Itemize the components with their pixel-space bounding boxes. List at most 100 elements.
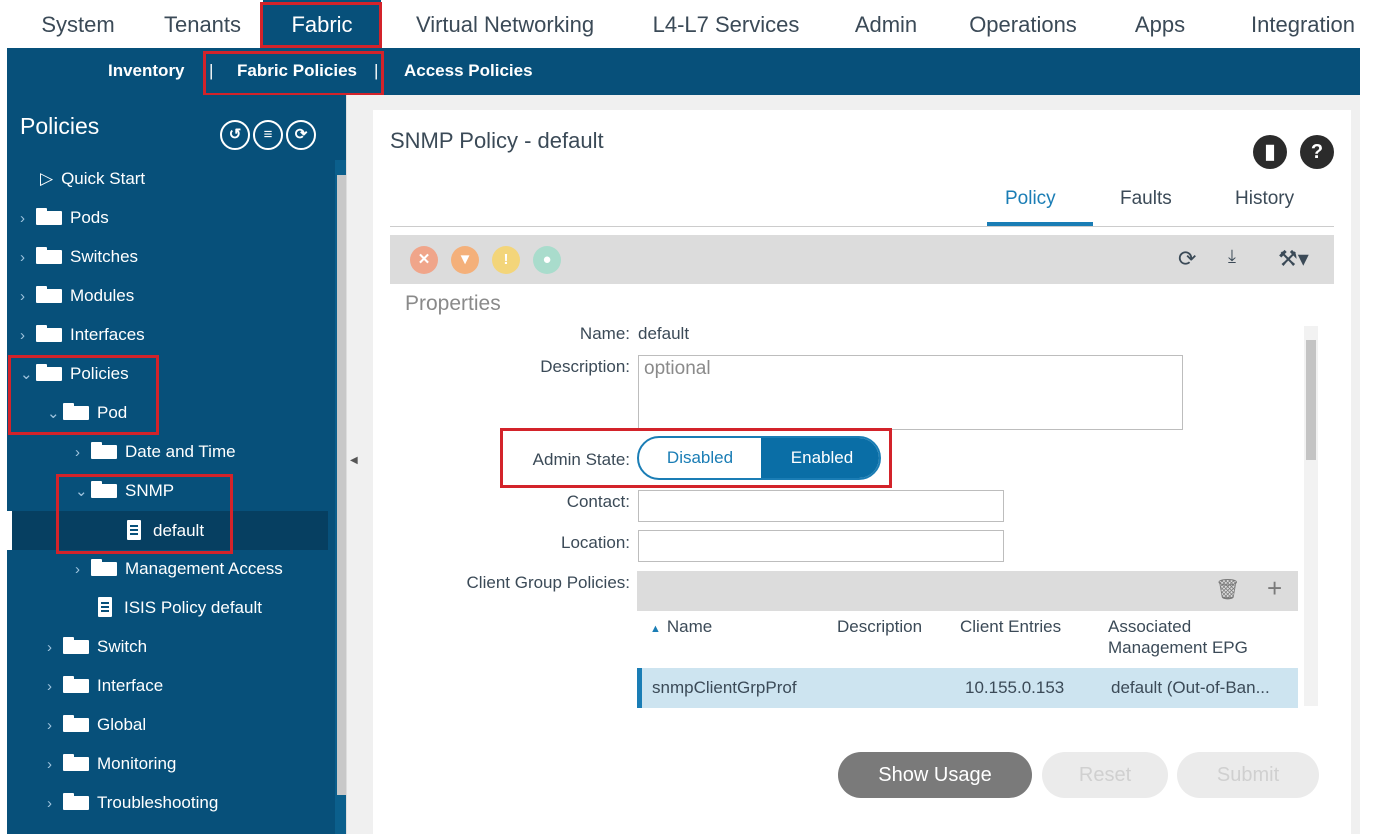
row-name: snmpClientGrpProf <box>652 678 797 697</box>
description-field[interactable]: optional <box>638 355 1183 430</box>
chevron-right-icon[interactable]: › <box>20 277 36 316</box>
column-header-management-epg[interactable]: Management EPG <box>1108 638 1248 658</box>
sidebar-title: Policies <box>20 113 100 139</box>
tree-item-isis-policy-default[interactable]: ISIS Policy default <box>98 588 262 627</box>
column-header-name[interactable]: ▲ Name <box>650 617 712 637</box>
tab-divider <box>390 226 1334 227</box>
tree-item-switches[interactable]: › Switches <box>20 237 138 276</box>
subnav-fabric-policies[interactable]: Fabric Policies <box>237 48 357 95</box>
tab-apps[interactable]: Apps <box>1120 0 1200 48</box>
tree-item-default[interactable]: default <box>127 511 204 550</box>
table-row[interactable]: snmpClientGrpProf 10.155.0.153 default (… <box>637 668 1298 708</box>
major-fault-icon[interactable]: ▼ <box>451 246 479 274</box>
folder-icon <box>63 676 89 693</box>
tree-item-pod[interactable]: ⌄ Pod <box>47 393 127 432</box>
play-circle-icon: ▷ <box>40 169 54 188</box>
download-icon[interactable]: ⤓ <box>1228 246 1236 267</box>
admin-state-label: Admin State: <box>532 450 630 469</box>
refresh-icon[interactable]: ⟳ <box>286 120 316 150</box>
sort-ascending-icon: ▲ <box>650 623 661 635</box>
tree-item-policies[interactable]: ⌄ Policies <box>20 354 129 393</box>
warning-fault-icon[interactable]: ● <box>533 246 561 274</box>
folder-icon <box>63 754 89 771</box>
properties-scrollbar[interactable] <box>1304 326 1318 706</box>
tree-item-pods[interactable]: › Pods <box>20 198 109 237</box>
bookmark-icon[interactable]: ▮ <box>1253 135 1287 169</box>
tree-item-interfaces[interactable]: › Interfaces <box>20 315 145 354</box>
tree-item-global[interactable]: › Global <box>47 705 146 744</box>
chevron-down-icon[interactable]: ⌄ <box>75 472 91 511</box>
subnav-access-policies[interactable]: Access Policies <box>404 48 533 95</box>
document-icon <box>127 520 141 540</box>
description-label: Description: <box>540 357 630 376</box>
contact-label: Contact: <box>566 492 630 511</box>
tree-item-troubleshooting[interactable]: › Troubleshooting <box>47 783 218 822</box>
document-icon <box>98 597 112 617</box>
admin-state-enabled[interactable]: Enabled <box>761 438 879 478</box>
folder-icon <box>36 208 62 225</box>
location-field[interactable] <box>638 530 1004 562</box>
add-icon[interactable]: + <box>1267 573 1282 604</box>
chevron-right-icon[interactable]: › <box>75 550 91 589</box>
chevron-right-icon[interactable]: › <box>20 199 36 238</box>
tree-item-snmp[interactable]: ⌄ SNMP <box>75 471 174 510</box>
chevron-right-icon[interactable]: › <box>47 628 63 667</box>
folder-icon <box>91 481 117 498</box>
tab-fabric[interactable]: Fabric <box>263 0 381 48</box>
tree-item-date-and-time[interactable]: › Date and Time <box>75 432 236 471</box>
row-epg: default (Out-of-Ban... <box>1111 678 1270 697</box>
tab-integration[interactable]: Integration <box>1238 0 1368 48</box>
chevron-right-icon[interactable]: › <box>47 784 63 823</box>
tab-l4-l7-services[interactable]: L4-L7 Services <box>635 0 817 48</box>
chevron-down-icon[interactable]: ⌄ <box>47 394 63 433</box>
tour-icon[interactable]: ↺ <box>220 120 250 150</box>
help-icon[interactable]: ? <box>1300 135 1334 169</box>
show-usage-button[interactable]: Show Usage <box>838 752 1032 798</box>
chevron-down-icon[interactable]: ⌄ <box>20 355 36 394</box>
tree-item-interface[interactable]: › Interface <box>47 666 163 705</box>
tree-item-switch[interactable]: › Switch <box>47 627 147 666</box>
tab-history[interactable]: History <box>1235 188 1294 210</box>
row-client-entries: 10.155.0.153 <box>965 678 1065 697</box>
refresh-icon[interactable]: ⟳ <box>1178 246 1196 272</box>
admin-state-disabled[interactable]: Disabled <box>639 438 761 478</box>
client-group-toolbar: 🗑 + <box>637 571 1298 611</box>
column-header-client-entries[interactable]: Client Entries <box>960 617 1061 637</box>
trash-icon[interactable]: 🗑 <box>1215 577 1240 602</box>
tab-faults[interactable]: Faults <box>1120 188 1172 210</box>
tab-virtual-networking[interactable]: Virtual Networking <box>400 0 610 48</box>
description-placeholder: optional <box>644 358 711 379</box>
tree-item-monitoring[interactable]: › Monitoring <box>47 744 176 783</box>
properties-scroll-thumb[interactable] <box>1306 340 1316 460</box>
tab-policy[interactable]: Policy <box>1005 188 1056 210</box>
tree-item-modules[interactable]: › Modules <box>20 276 134 315</box>
tree-item-quick-start[interactable]: ▷ Quick Start <box>40 159 145 198</box>
admin-state-toggle[interactable]: Disabled Enabled <box>637 436 881 480</box>
chevron-right-icon[interactable]: › <box>47 706 63 745</box>
chevron-right-icon[interactable]: › <box>20 238 36 277</box>
subnav-separator: | <box>209 61 214 80</box>
reset-button[interactable]: Reset <box>1042 752 1168 798</box>
minor-fault-icon[interactable]: ! <box>492 246 520 274</box>
panel-divider[interactable]: ◀ <box>346 95 360 834</box>
tab-operations[interactable]: Operations <box>955 0 1091 48</box>
tab-admin[interactable]: Admin <box>840 0 932 48</box>
column-header-description[interactable]: Description <box>837 617 922 637</box>
contact-field[interactable] <box>638 490 1004 522</box>
list-filter-icon[interactable]: ≡ <box>253 120 283 150</box>
column-header-associated[interactable]: Associated <box>1108 617 1191 637</box>
chevron-right-icon[interactable]: › <box>47 745 63 784</box>
tab-system[interactable]: System <box>28 0 128 48</box>
folder-icon <box>91 442 117 459</box>
subnav-inventory[interactable]: Inventory <box>108 48 185 95</box>
top-nav: System Tenants Fabric Virtual Networking… <box>0 0 1375 48</box>
chevron-right-icon[interactable]: › <box>47 667 63 706</box>
submit-button[interactable]: Submit <box>1177 752 1319 798</box>
tree-item-management-access[interactable]: › Management Access <box>75 549 283 588</box>
client-group-label: Client Group Policies: <box>466 573 630 592</box>
chevron-right-icon[interactable]: › <box>75 433 91 472</box>
chevron-right-icon[interactable]: › <box>20 316 36 355</box>
tab-tenants[interactable]: Tenants <box>150 0 255 48</box>
tools-icon[interactable]: ⚒▾ <box>1278 246 1309 272</box>
critical-fault-icon[interactable]: ✕ <box>410 246 438 274</box>
